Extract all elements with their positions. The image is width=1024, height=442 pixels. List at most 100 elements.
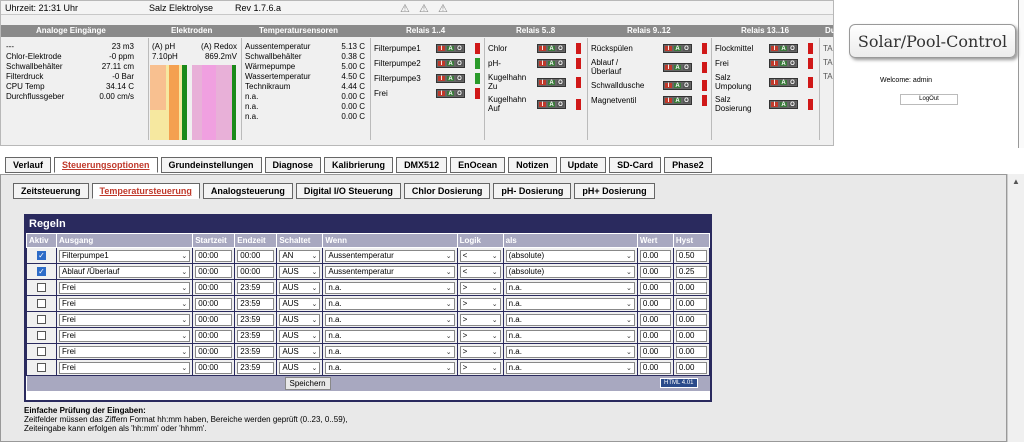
iao-switch[interactable]: IAO <box>436 74 465 83</box>
scroll-up-icon[interactable]: ▲ <box>1012 177 1020 186</box>
chevron-down-icon[interactable]: ⌄ <box>446 332 452 340</box>
relais-row[interactable]: Filterpumpe3 I A O <box>374 72 482 85</box>
iao-switch[interactable]: IAO <box>663 44 692 53</box>
endzeit-input[interactable]: 00:00 <box>237 249 275 262</box>
logik-select[interactable]: < ⌄ <box>459 249 501 262</box>
hyst-input[interactable]: 0.00 <box>675 361 707 374</box>
wenn-select[interactable]: n.a. ⌄ <box>325 345 455 358</box>
iao-switch[interactable]: IAO <box>537 44 566 53</box>
relais-row[interactable]: Chlor I A O <box>488 42 586 55</box>
chevron-down-icon[interactable]: ⌄ <box>626 252 632 260</box>
chevron-down-icon[interactable]: ⌄ <box>312 300 318 308</box>
iao-switch[interactable]: IAO <box>436 89 465 98</box>
tab-kalibrierung[interactable]: Kalibrierung <box>324 157 394 173</box>
chevron-down-icon[interactable]: ⌄ <box>312 348 318 356</box>
chevron-down-icon[interactable]: ⌄ <box>181 364 187 372</box>
relais-row[interactable]: Filterpumpe2 I A O <box>374 57 482 70</box>
chevron-down-icon[interactable]: ⌄ <box>181 252 187 260</box>
chevron-down-icon[interactable]: ⌄ <box>181 348 187 356</box>
startzeit-input[interactable]: 00:00 <box>195 329 233 342</box>
iao-switch[interactable]: IAO <box>436 59 465 68</box>
ausgang-select[interactable]: Frei ⌄ <box>59 313 191 326</box>
iao-switch[interactable]: IAO <box>537 59 566 68</box>
iao-switch[interactable]: IAO <box>769 99 798 109</box>
chevron-down-icon[interactable]: ⌄ <box>492 364 498 372</box>
hyst-input[interactable]: 0.00 <box>675 281 707 294</box>
hyst-input[interactable]: 0.50 <box>675 249 707 262</box>
ausgang-select[interactable]: Ablauf /Überlauf ⌄ <box>59 265 191 278</box>
logik-select[interactable]: > ⌄ <box>459 297 501 310</box>
relais-row[interactable]: Magnetventil I A O <box>591 94 707 107</box>
aktiv-checkbox[interactable] <box>37 331 46 341</box>
chevron-down-icon[interactable]: ⌄ <box>181 332 187 340</box>
iao-switch[interactable]: IAO <box>663 96 692 105</box>
chevron-down-icon[interactable]: ⌄ <box>492 332 498 340</box>
relais-row[interactable]: Frei I A O <box>715 57 815 70</box>
iao-switch[interactable]: IAO <box>769 44 798 53</box>
chevron-down-icon[interactable]: ⌄ <box>492 268 498 276</box>
aktiv-checkbox[interactable]: ✓ <box>37 251 46 261</box>
scrollbar[interactable]: ▲ <box>1007 174 1024 442</box>
chevron-down-icon[interactable]: ⌄ <box>626 348 632 356</box>
wert-input[interactable]: 0.00 <box>639 361 671 374</box>
subtab-ph-plus[interactable]: pH+ Dosierung <box>574 183 655 199</box>
wert-input[interactable]: 0.00 <box>639 281 671 294</box>
chevron-down-icon[interactable]: ⌄ <box>492 348 498 356</box>
tab-sd-card[interactable]: SD-Card <box>609 157 662 173</box>
hyst-input[interactable]: 0.00 <box>675 345 707 358</box>
logik-select[interactable]: > ⌄ <box>459 345 501 358</box>
tab-steuerungsoptionen[interactable]: Steuerungsoptionen <box>54 157 158 173</box>
startzeit-input[interactable]: 00:00 <box>195 345 233 358</box>
iao-switch[interactable]: IAO <box>537 99 566 109</box>
logik-select[interactable]: < ⌄ <box>459 265 501 278</box>
wenn-select[interactable]: n.a. ⌄ <box>325 281 455 294</box>
chevron-down-icon[interactable]: ⌄ <box>181 300 187 308</box>
chevron-down-icon[interactable]: ⌄ <box>312 252 318 260</box>
chevron-down-icon[interactable]: ⌄ <box>492 284 498 292</box>
schaltet-select[interactable]: AUS ⌄ <box>279 265 321 278</box>
relais-row[interactable]: pH- I A O <box>488 57 586 70</box>
chevron-down-icon[interactable]: ⌄ <box>626 300 632 308</box>
subtab-zeitsteuerung[interactable]: Zeitsteuerung <box>13 183 89 199</box>
wert-input[interactable]: 0.00 <box>639 265 671 278</box>
hyst-input[interactable]: 0.25 <box>675 265 707 278</box>
endzeit-input[interactable]: 23:59 <box>237 313 275 326</box>
wert-input[interactable]: 0.00 <box>639 313 671 326</box>
logik-select[interactable]: > ⌄ <box>459 329 501 342</box>
chevron-down-icon[interactable]: ⌄ <box>446 300 452 308</box>
ausgang-select[interactable]: Filterpumpe1 ⌄ <box>59 249 191 262</box>
als-select[interactable]: n.a. ⌄ <box>505 281 635 294</box>
wenn-select[interactable]: n.a. ⌄ <box>325 313 455 326</box>
hyst-input[interactable]: 0.00 <box>675 313 707 326</box>
als-select[interactable]: n.a. ⌄ <box>505 297 635 310</box>
chevron-down-icon[interactable]: ⌄ <box>626 284 632 292</box>
als-select[interactable]: n.a. ⌄ <box>505 361 635 374</box>
subtab-analogsteuerung[interactable]: Analogsteuerung <box>202 183 293 199</box>
relais-row[interactable]: Kugelhahn Zu I A O <box>488 72 586 92</box>
ausgang-select[interactable]: Frei ⌄ <box>59 329 191 342</box>
iao-switch[interactable]: IAO <box>769 59 798 68</box>
wert-input[interactable]: 0.00 <box>639 329 671 342</box>
subtab-ph-minus[interactable]: pH- Dosierung <box>493 183 572 199</box>
iao-switch[interactable]: IAO <box>769 77 798 87</box>
ausgang-select[interactable]: Frei ⌄ <box>59 345 191 358</box>
schaltet-select[interactable]: AUS ⌄ <box>279 329 321 342</box>
schaltet-select[interactable]: AUS ⌄ <box>279 281 321 294</box>
chevron-down-icon[interactable]: ⌄ <box>446 252 452 260</box>
ausgang-select[interactable]: Frei ⌄ <box>59 297 191 310</box>
hyst-input[interactable]: 0.00 <box>675 329 707 342</box>
chevron-down-icon[interactable]: ⌄ <box>312 284 318 292</box>
chevron-down-icon[interactable]: ⌄ <box>446 284 452 292</box>
chevron-down-icon[interactable]: ⌄ <box>312 268 318 276</box>
relais-row[interactable]: Schwalldusche I A O <box>591 79 707 92</box>
chevron-down-icon[interactable]: ⌄ <box>626 268 632 276</box>
iao-switch[interactable]: IAO <box>663 62 692 72</box>
relais-row[interactable]: Flockmittel I A O <box>715 42 815 55</box>
endzeit-input[interactable]: 23:59 <box>237 361 275 374</box>
wenn-select[interactable]: n.a. ⌄ <box>325 297 455 310</box>
relais-row[interactable]: Salz Umpolung I A O <box>715 72 815 92</box>
wenn-select[interactable]: n.a. ⌄ <box>325 329 455 342</box>
schaltet-select[interactable]: AN ⌄ <box>279 249 321 262</box>
tab-grundeinstellungen[interactable]: Grundeinstellungen <box>160 157 262 173</box>
tab-diagnose[interactable]: Diagnose <box>264 157 322 173</box>
